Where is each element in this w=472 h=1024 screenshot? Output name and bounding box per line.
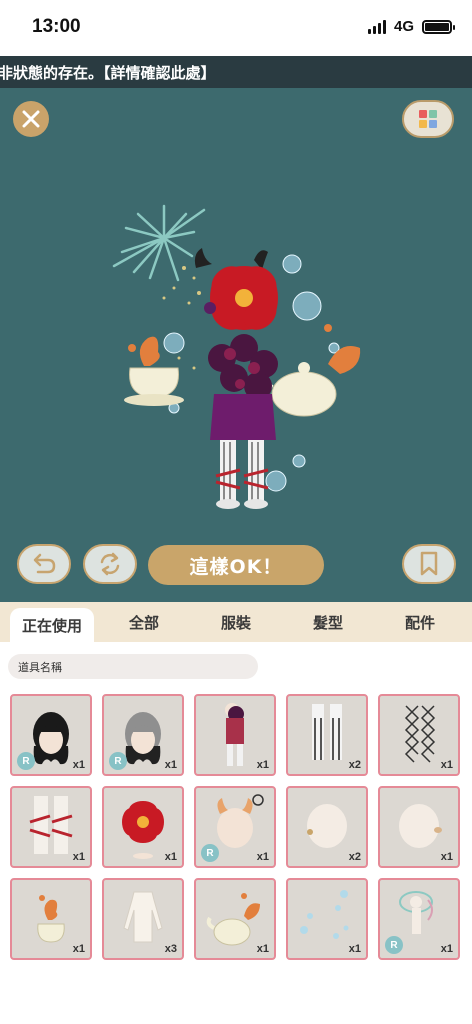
close-button[interactable] <box>13 101 49 137</box>
rarity-badge: R <box>17 752 35 770</box>
item-slot[interactable]: x1 <box>378 694 460 776</box>
refresh-icon <box>100 552 120 576</box>
bookmark-button[interactable] <box>402 544 456 584</box>
item-slot[interactable]: x1 <box>378 786 460 868</box>
item-slot[interactable]: x3 <box>102 878 184 960</box>
rarity-badge: R <box>109 752 127 770</box>
avatar-character <box>112 204 361 509</box>
tab-all[interactable]: 全部 <box>104 602 184 642</box>
item-slot[interactable]: R x1 <box>10 694 92 776</box>
tab-hairstyle[interactable]: 髮型 <box>288 602 368 642</box>
item-slot[interactable]: R x1 <box>378 878 460 960</box>
item-slot[interactable]: R x1 <box>102 694 184 776</box>
item-grid: R x1 R x1 x1 x2 x1 x1 x1 R x1 x2 x1 x1 x… <box>10 694 462 960</box>
item-count: x1 <box>72 851 85 863</box>
status-bar: 13:00 4G <box>0 0 472 56</box>
legs <box>215 440 269 509</box>
tab-clothing[interactable]: 服裝 <box>196 602 276 642</box>
item-count: x1 <box>348 943 361 955</box>
network-label: 4G <box>393 18 414 35</box>
battery-icon <box>422 19 455 34</box>
item-slot[interactable]: x1 <box>102 786 184 868</box>
color-palette-button[interactable] <box>402 100 454 138</box>
item-count: x2 <box>348 759 361 771</box>
tab-in-use[interactable]: 正在使用 <box>10 608 94 642</box>
item-count: x1 <box>256 851 269 863</box>
item-slot[interactable]: x1 <box>10 786 92 868</box>
item-slot[interactable]: x2 <box>286 786 368 868</box>
item-count: x1 <box>440 943 453 955</box>
reset-button[interactable] <box>83 544 137 584</box>
status-indicators: 4G <box>367 18 455 35</box>
item-count: x1 <box>164 759 177 771</box>
palette-grid-icon <box>419 110 437 128</box>
status-time: 13:00 <box>32 16 81 37</box>
item-name-label: 道具名稱 <box>8 654 258 679</box>
item-slot[interactable]: x1 <box>194 878 276 960</box>
item-slot[interactable]: x1 <box>194 694 276 776</box>
item-count: x1 <box>440 759 453 771</box>
item-count: x1 <box>256 943 269 955</box>
item-count: x1 <box>72 943 85 955</box>
dress <box>210 394 276 440</box>
rarity-badge: R <box>201 844 219 862</box>
firework-effect <box>112 204 206 282</box>
item-count: x1 <box>164 851 177 863</box>
item-slot[interactable]: x2 <box>286 694 368 776</box>
item-count: x1 <box>72 759 85 771</box>
category-tabs: 正在使用 全部 服裝 髮型 配件 <box>0 602 472 642</box>
item-slot[interactable]: x1 <box>286 878 368 960</box>
close-icon <box>22 110 40 128</box>
bookmark-icon <box>420 551 438 576</box>
signal-icon <box>367 19 386 34</box>
notice-text: 非狀態的存在。【詳情確認此處】 <box>0 64 216 82</box>
notice-banner[interactable]: 非狀態的存在。【詳情確認此處】 <box>0 56 472 88</box>
item-count: x2 <box>348 851 361 863</box>
item-slot[interactable]: x1 <box>10 878 92 960</box>
tab-accessories[interactable]: 配件 <box>380 602 460 642</box>
confirm-ok-button[interactable]: 這樣OK！ <box>148 545 324 585</box>
rarity-badge: R <box>385 936 403 954</box>
undo-button[interactable] <box>17 544 71 584</box>
item-slot[interactable]: R x1 <box>194 786 276 868</box>
avatar-preview-stage: 這樣OK！ <box>0 88 472 602</box>
item-count: x1 <box>256 759 269 771</box>
item-count: x3 <box>164 943 177 955</box>
undo-icon <box>33 553 56 574</box>
item-count: x1 <box>440 851 453 863</box>
flower-cluster <box>208 334 278 400</box>
